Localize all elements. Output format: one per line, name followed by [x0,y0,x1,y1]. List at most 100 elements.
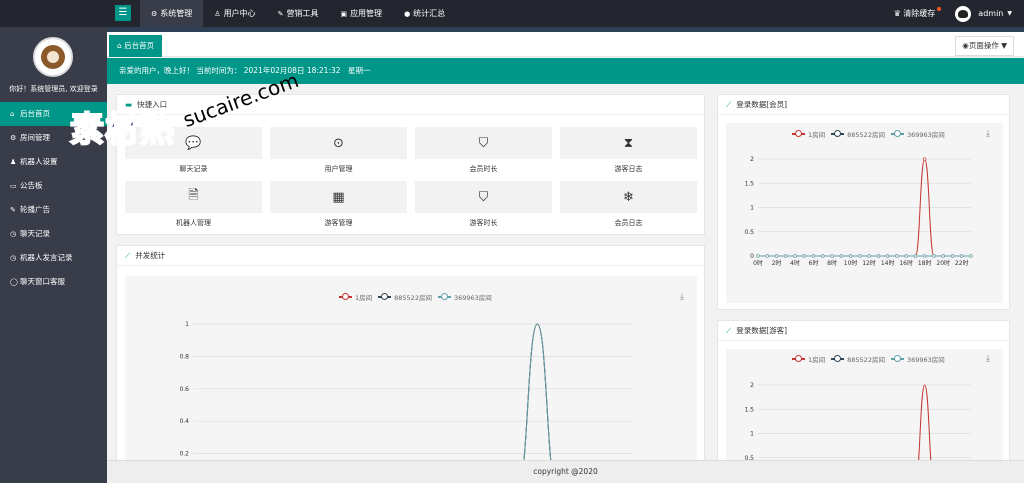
x-tick-label: 0时 [753,259,763,267]
x-tick-label: 22时 [955,259,969,267]
data-point [765,254,769,258]
x-tick-label: 6时 [809,259,819,267]
shield-icon: ⛉ [415,127,552,159]
quick-item-label: 会员日志 [614,219,643,227]
data-point [950,254,955,258]
clear-cache-label: 清除缓存 [903,9,936,18]
data-point [811,254,816,258]
robot-icon: ♟ [10,158,17,166]
quick-item-guest-duration[interactable]: ⛉ 游客时长 [415,181,552,231]
y-tick-label: 1 [185,321,189,328]
sidebar-item-label: 后台首页 [20,109,50,118]
clear-cache-button[interactable]: ♛ 清除缓存 [893,7,942,19]
watermark: 素材熱 sucaire.com [69,68,320,160]
quick-item-robot-management[interactable]: 🗎 机器人管理 [125,181,262,231]
top-nav-system[interactable]: ⚙ 系统管理 [140,0,204,27]
top-nav-label: 系统管理 [160,9,193,18]
x-tick-label: 12时 [862,259,876,267]
home-icon: ⌂ [10,110,15,118]
sidebar-item-label: 机器人设置 [20,157,58,166]
data-point [802,254,806,258]
card-header: ⟋ 并发统计 [117,246,704,266]
footer: copyright @2020 [107,460,1024,483]
x-tick-label: 2时 [772,259,782,267]
chevron-down-icon: ▼ [1007,10,1012,17]
y-tick-label: 1 [750,431,754,438]
sidebar-item-label: 聊天记录 [20,229,50,238]
sidebar-item-label: 机器人发言记录 [20,253,73,262]
data-point [969,254,973,258]
gear-icon: ⚙ [151,10,158,18]
member-login-chart: 00.511.520时 2时 4时 6时 8时 10时 12时 14时 16时 18时 20时 22时 [744,156,973,267]
series-line [917,384,932,466]
data-point [867,254,871,258]
top-nav-marketing[interactable]: ✎ 营销工具 [267,0,330,27]
tag-icon: ✎ [277,10,284,18]
y-tick-label: 0.5 [744,229,754,236]
data-point [774,254,779,258]
quick-item-label: 机器人管理 [176,219,211,227]
app-icon: ▣ [340,10,348,18]
line-chart-icon: ⟋ [125,251,131,260]
top-nav-apps[interactable]: ▣ 应用管理 [329,0,393,27]
data-point [886,254,890,258]
tab-home[interactable]: ⌂ 后台首页 [109,35,163,57]
top-bar: ☰ ⚙ 系统管理 ♙ 用户中心 ✎ 营销工具 ▣ 应用管理 ● 统计汇总 ♛ 清除缓存 a… [0,0,1024,27]
user-icon: ♙ [214,10,221,18]
calendar-icon: ▦ [270,181,407,213]
quick-item-member-log[interactable]: ❄ 会员日志 [560,181,697,231]
card-header: ⟋ 登录数据[会员] [718,95,1009,115]
menu-toggle-icon[interactable]: ☰ [115,5,131,21]
x-tick-label: 14时 [881,259,895,267]
top-nav-label: 应用管理 [350,9,383,18]
quick-item-label: 游客时长 [469,219,498,227]
line-chart-icon: ⟋ [726,100,732,109]
data-point [941,254,945,258]
x-tick-label: 8时 [827,259,837,267]
top-nav-label: 统计汇总 [413,9,446,18]
board-icon: ▭ [10,182,17,190]
y-tick-label: 0.2 [179,451,189,458]
hourglass-icon: ⧗ [560,127,697,159]
data-point [904,254,908,258]
data-point [923,157,927,161]
quick-item-guest-log[interactable]: ⧗ 游客日志 [560,127,697,177]
data-point [913,254,918,258]
watermark-cn: 素材熱 [69,109,175,151]
data-point [960,254,964,258]
data-point [895,254,899,258]
tab-bar: ⌂ 后台首页 ◉页面操作 ▼ [107,27,1024,57]
series-line [522,323,552,466]
sidebar-item-customer-service[interactable]: ◯ 聊天窗口客服 [0,270,107,294]
page-ops-dropdown[interactable]: ◉页面操作 ▼ [955,36,1014,56]
avatar [955,5,972,22]
data-point [830,254,834,258]
notification-dot [937,7,942,11]
quick-item-guest-management[interactable]: ▦ 游客管理 [270,181,407,231]
logo [33,37,73,77]
quick-item-label: 会员时长 [469,165,498,173]
quick-item-label: 游客管理 [324,219,353,227]
data-point [784,254,788,258]
sidebar-item-chat-log[interactable]: ◷ 聊天记录 [0,222,107,246]
top-nav-label: 营销工具 [286,9,319,18]
quick-item-member-duration[interactable]: ⛉ 会员时长 [415,127,552,177]
sidebar-item-announcement[interactable]: ▭ 公告板 [0,174,107,198]
x-tick-label: 10时 [844,259,858,267]
top-nav-statistics[interactable]: ● 统计汇总 [393,0,456,27]
x-tick-label: 18时 [918,259,932,267]
y-tick-label: 1.5 [744,180,754,187]
snowflake-icon: ❄ [560,181,697,213]
data-point [839,254,843,258]
top-bar-left-area [0,0,107,27]
document-icon: 🗎 [125,181,262,213]
data-point [849,254,853,258]
user-menu[interactable]: admin ▼ [955,5,1012,22]
card-title: 并发统计 [135,251,166,260]
top-nav-user-center[interactable]: ♙ 用户中心 [203,0,266,27]
y-tick-label: 0 [750,253,754,260]
sidebar-item-carousel[interactable]: ✎ 轮播广告 [0,198,107,222]
clear-cache-icon: ♛ [893,9,901,18]
guest-login-chart: 0.511.52 [744,382,971,466]
sidebar-item-robot-log[interactable]: ◷ 机器人发言记录 [0,246,107,270]
